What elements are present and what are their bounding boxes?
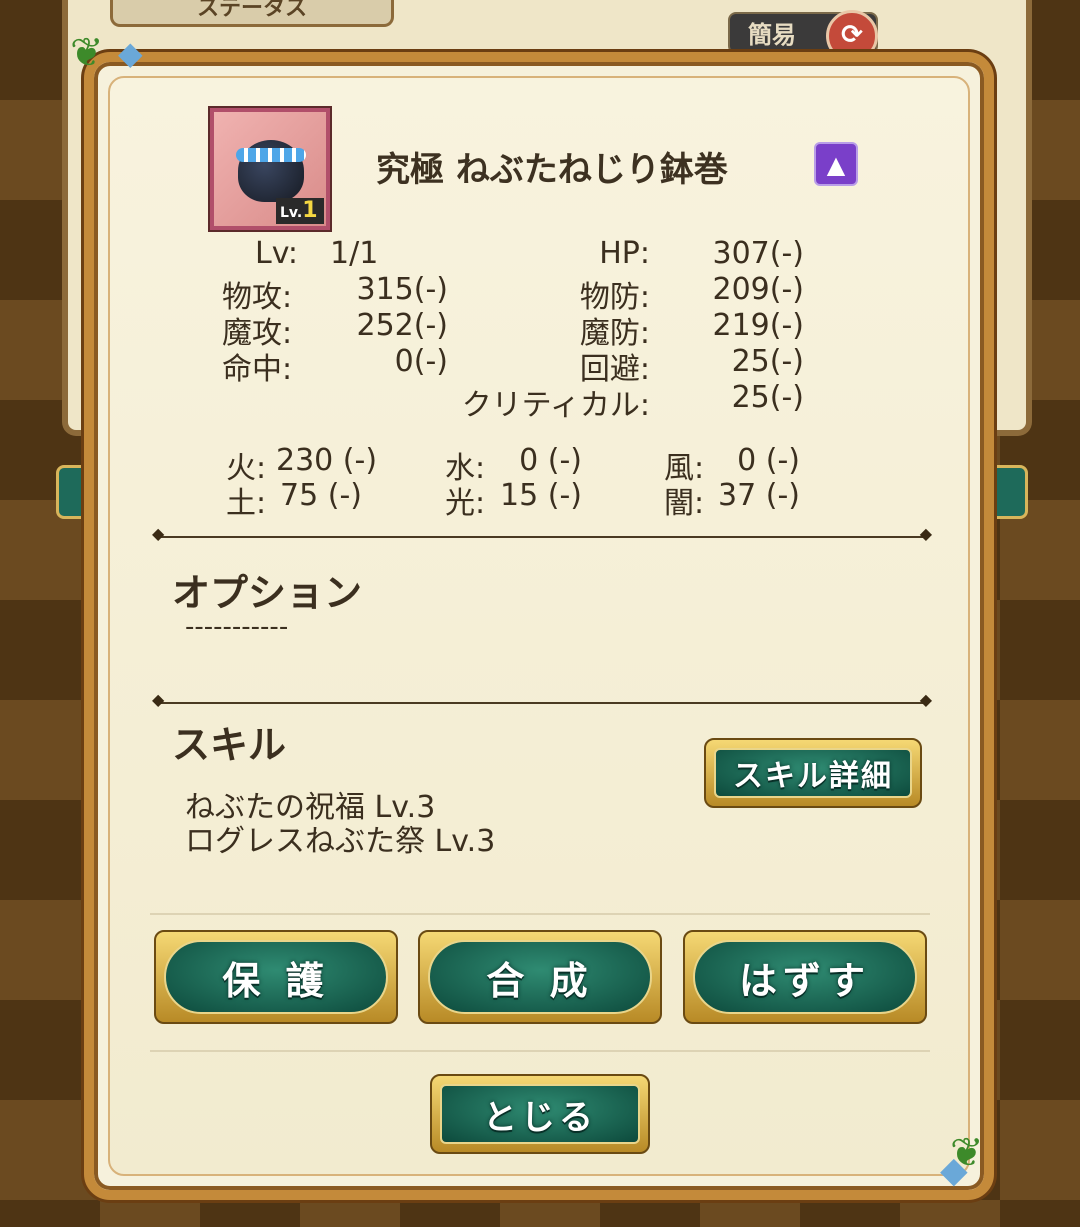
synthesize-button[interactable]: 合 成 <box>418 930 662 1024</box>
protect-button[interactable]: 保 護 <box>154 930 398 1024</box>
element-light-label: 光: <box>445 486 486 521</box>
element-wind-value: 0 (-) <box>737 443 800 478</box>
crystal-icon: ◆ <box>118 34 143 72</box>
element-dark-value: 37 (-) <box>718 478 800 513</box>
element-light-value: 15 (-) <box>500 478 582 513</box>
background-tab: ステータス <box>110 0 394 27</box>
stat-mdef-value: 219(-) <box>712 308 805 343</box>
stat-lv-label: Lv: <box>255 236 298 271</box>
skill-item: ログレスねぶた祭 Lv.3 <box>185 824 496 859</box>
simple-view-label: 簡易 <box>748 21 796 49</box>
separator <box>150 913 930 915</box>
stat-acc-value: 0(-) <box>394 344 448 379</box>
item-level-badge: Lv.1 <box>276 198 324 224</box>
vine-decoration-icon: ❦ <box>70 30 104 76</box>
item-name: 究極 ねぶたねじり鉢巻 <box>376 150 728 190</box>
separator <box>150 1050 930 1052</box>
close-label: とじる <box>483 1097 597 1138</box>
stat-pdef-value: 209(-) <box>712 272 805 307</box>
stat-acc-label: 命中: <box>222 352 293 387</box>
stat-crit-value: 25(-) <box>731 380 804 415</box>
wizard-hat-icon: ▲ <box>814 142 858 186</box>
section-divider <box>152 690 932 709</box>
stat-matk-value: 252(-) <box>356 308 449 343</box>
crystal-icon: ◆ <box>940 1150 968 1191</box>
element-earth-label: 土: <box>226 486 267 521</box>
close-button[interactable]: とじる <box>430 1074 650 1154</box>
element-water-value: 0 (-) <box>519 443 582 478</box>
element-fire-value: 230 (-) <box>276 443 378 478</box>
stat-eva-value: 25(-) <box>731 344 804 379</box>
background-strip-right <box>992 465 1028 519</box>
skill-detail-button[interactable]: スキル詳細 <box>704 738 922 808</box>
stat-hp-value: 307(-) <box>712 236 805 271</box>
stat-lv-value: 1/1 <box>330 236 379 271</box>
stat-patk-value: 315(-) <box>356 272 449 307</box>
element-earth-value: 75 (-) <box>280 478 362 513</box>
skill-detail-label: スキル詳細 <box>733 759 893 794</box>
protect-label: 保 護 <box>222 958 330 1003</box>
section-divider <box>152 524 932 543</box>
element-dark-label: 闇: <box>664 486 705 521</box>
item-icon: Lv.1 <box>210 108 330 230</box>
simple-view-button[interactable]: 簡易 ⟳ <box>728 10 878 62</box>
skill-heading: スキル <box>172 723 287 767</box>
stat-hp-label: HP: <box>599 236 650 271</box>
remove-label: はずす <box>738 958 871 1003</box>
headband-stripe <box>236 148 306 162</box>
synthesize-label: 合 成 <box>486 958 594 1003</box>
remove-button[interactable]: はずす <box>683 930 927 1024</box>
option-value: ----------- <box>185 612 289 642</box>
option-heading: オプション <box>172 571 363 615</box>
stat-crit-label: クリティカル: <box>461 388 650 423</box>
